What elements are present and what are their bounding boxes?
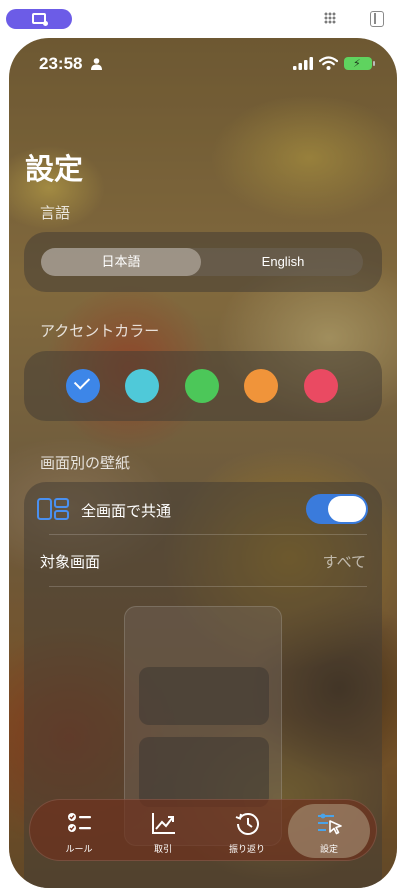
tab-rules[interactable]: ルール [38, 800, 120, 862]
wifi-icon [319, 56, 338, 70]
person-icon [91, 58, 102, 70]
language-section-label: 言語 [40, 204, 71, 222]
target-screen-value[interactable]: すべて [323, 551, 366, 572]
phone-screen: 23:58 ⚡ 設定 言語 日本語 English アクセントカラー 画面別の壁… [9, 38, 397, 888]
language-segmented-control: 日本語 English [41, 248, 363, 276]
accent-swatch-red[interactable] [304, 369, 338, 403]
tab-label: ルール [65, 845, 93, 855]
accent-swatch-cyan[interactable] [125, 369, 159, 403]
app-switcher-pill[interactable] [6, 9, 72, 29]
checkmark-icon [73, 373, 91, 390]
battery-icon: ⚡ [344, 57, 375, 70]
wallpaper-section-label: 画面別の壁紙 [40, 454, 131, 472]
language-option-english[interactable]: English [203, 248, 363, 276]
tab-trades[interactable]: 取引 [122, 800, 204, 862]
divider [49, 586, 367, 587]
toggle-knob [328, 496, 366, 522]
sliders-cursor-icon [318, 813, 342, 835]
preview-card [139, 667, 269, 725]
accent-swatch-orange[interactable] [244, 369, 278, 403]
tab-bar: ルール 取引 振り返り 設定 [29, 799, 377, 861]
screen-user-icon [32, 13, 48, 26]
tab-label: 振り返り [228, 845, 265, 855]
language-option-japanese[interactable]: 日本語 [41, 248, 201, 276]
accent-color-section-label: アクセントカラー [40, 322, 160, 340]
accent-color-card [24, 351, 382, 421]
page-title: 設定 [25, 152, 84, 186]
history-icon [235, 813, 259, 835]
accent-swatch-green[interactable] [185, 369, 219, 403]
tab-label: 取引 [153, 845, 172, 855]
preview-card [139, 737, 269, 807]
tab-label: 設定 [319, 845, 338, 855]
screens-icon [37, 498, 69, 520]
chart-up-icon [152, 813, 175, 834]
shared-wallpaper-toggle[interactable] [306, 494, 368, 524]
checklist-icon [68, 813, 91, 832]
language-card: 日本語 English [24, 232, 382, 292]
browser-top-bar [0, 0, 406, 38]
tab-settings[interactable]: 設定 [288, 804, 370, 858]
shared-wallpaper-label: 全画面で共通 [81, 502, 172, 520]
grid-icon[interactable] [324, 12, 336, 24]
status-time: 23:58 [39, 54, 83, 73]
tab-review[interactable]: 振り返り [206, 800, 288, 862]
divider [49, 534, 367, 535]
side-panel-icon[interactable] [370, 11, 384, 27]
cellular-signal-icon [293, 57, 313, 70]
charging-bolt-icon: ⚡ [353, 57, 361, 70]
accent-swatch-blue[interactable] [66, 369, 100, 403]
target-screen-label: 対象画面 [40, 553, 101, 571]
